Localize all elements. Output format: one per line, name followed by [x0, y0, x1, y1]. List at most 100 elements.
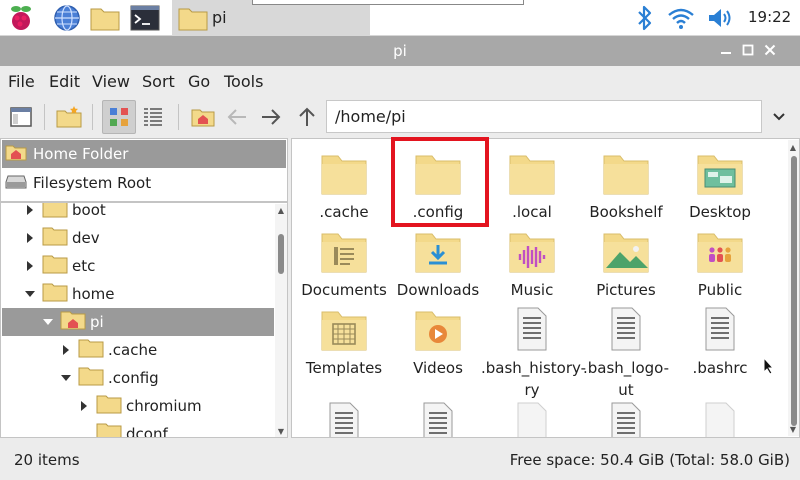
tree-scrollbar[interactable]: ▲ ▼ [275, 204, 287, 437]
chevron-right-icon[interactable] [24, 260, 36, 272]
tree-item-label: boot [72, 202, 106, 219]
videos-folder-icon [414, 306, 462, 352]
file-manager-icon[interactable] [90, 3, 120, 33]
chevron-down-icon[interactable] [60, 372, 72, 384]
file-item[interactable] [673, 397, 767, 437]
file-item-pictures[interactable]: Pictures [579, 224, 673, 300]
menu-go[interactable]: Go [188, 72, 210, 91]
up-arrow-icon[interactable] [290, 100, 324, 134]
tree-item-config[interactable]: .config [2, 364, 274, 392]
tree-item-cache[interactable]: .cache [2, 336, 274, 364]
file-label: Music [510, 281, 554, 299]
new-window-button[interactable] [4, 100, 38, 134]
chevron-down-icon[interactable] [42, 316, 54, 328]
free-space: Free space: 50.4 GiB (Total: 58.0 GiB) [509, 451, 790, 469]
scroll-up-icon[interactable]: ▲ [276, 205, 286, 215]
file-item-downloads[interactable]: Downloads [391, 224, 485, 300]
tree-item-etc[interactable]: etc [2, 252, 274, 280]
chevron-right-icon[interactable] [24, 232, 36, 244]
file-label: .bash_logo- ut [582, 359, 670, 399]
menu-tools[interactable]: Tools [224, 72, 263, 91]
taskbar-window-button[interactable]: pi [172, 0, 370, 36]
tree-item-chromium[interactable]: chromium [2, 392, 274, 420]
volume-icon[interactable] [706, 3, 736, 33]
menu-sort[interactable]: Sort [142, 72, 175, 91]
chevron-down-icon[interactable] [766, 104, 792, 130]
item-count: 20 items [14, 451, 80, 469]
file-item-cache[interactable]: .cache [297, 146, 391, 222]
tree-item-dev[interactable]: dev [2, 224, 274, 252]
maximize-icon[interactable] [740, 42, 756, 58]
menu-view[interactable]: View [92, 72, 130, 91]
close-icon[interactable] [762, 42, 778, 58]
terminal-icon[interactable] [130, 3, 160, 33]
folder-icon [178, 5, 208, 35]
file-item-videos[interactable]: Videos [391, 302, 485, 378]
file-item-bashrc[interactable]: .bashrc [673, 302, 767, 378]
tree-item-boot[interactable]: boot [2, 202, 274, 224]
file-grid-scrollbar-thumb[interactable] [791, 156, 797, 426]
window-titlebar[interactable]: pi [0, 36, 800, 66]
file-label: .bash_history- ry [481, 359, 587, 399]
home-button[interactable] [186, 100, 220, 134]
back-arrow-icon[interactable] [220, 100, 254, 134]
bluetooth-icon[interactable] [630, 3, 660, 33]
icon-view-button[interactable] [102, 100, 136, 134]
chevron-right-icon[interactable] [24, 204, 36, 216]
tree-item-home[interactable]: home [2, 280, 274, 308]
folder-icon [602, 150, 650, 196]
file-item-music[interactable]: Music [485, 224, 579, 300]
file-label: Downloads [396, 281, 480, 299]
chevron-right-icon[interactable] [78, 400, 90, 412]
tree-item-dconf[interactable]: dconf [2, 420, 274, 437]
file-label: Pictures [596, 281, 656, 299]
tree-item-label: dev [72, 229, 100, 247]
chevron-right-icon[interactable] [60, 344, 72, 356]
clock[interactable]: 19:22 [748, 8, 791, 26]
desktop-folder-icon [696, 150, 744, 196]
tree-item-pi[interactable]: pi [2, 308, 274, 336]
folder-icon [320, 150, 368, 196]
path-input[interactable] [326, 100, 762, 133]
menu-bar: File Edit View Sort Go Tools [0, 66, 800, 96]
place-filesystem-root[interactable]: Filesystem Root [2, 169, 286, 197]
file-item-local[interactable]: .local [485, 146, 579, 222]
file-label: Videos [413, 359, 463, 377]
file-item[interactable] [579, 397, 673, 437]
tree-scrollbar-thumb[interactable] [278, 234, 284, 274]
places-pane: Home Folder Filesystem Root [0, 138, 288, 202]
list-view-button[interactable] [136, 100, 170, 134]
scroll-up-icon[interactable]: ▲ [788, 142, 798, 152]
toolbar-separator [92, 104, 93, 130]
file-item-bookshelf[interactable]: Bookshelf [579, 146, 673, 222]
file-item-desktop[interactable]: Desktop [673, 146, 767, 222]
pictures-folder-icon [602, 228, 650, 274]
file-item-bash-history[interactable]: .bash_history- ry [481, 302, 586, 399]
file-item-templates[interactable]: Templates [297, 302, 391, 378]
file-item-public[interactable]: Public [673, 224, 767, 300]
web-browser-icon[interactable] [52, 3, 82, 33]
scroll-down-icon[interactable]: ▼ [276, 426, 286, 436]
file-item[interactable] [485, 397, 579, 437]
new-folder-button[interactable] [52, 100, 86, 134]
folder-icon [42, 282, 68, 306]
menu-edit[interactable]: Edit [49, 72, 80, 91]
menu-file[interactable]: File [8, 72, 35, 91]
file-grid-scrollbar[interactable]: ▲ ▼ [788, 140, 799, 436]
file-item-bash-logout[interactable]: .bash_logo- ut [579, 302, 673, 399]
file-item[interactable] [391, 397, 485, 437]
forward-arrow-icon[interactable] [254, 100, 288, 134]
text-file-icon [602, 401, 650, 437]
tree-item-label: .cache [108, 341, 158, 359]
minimize-icon[interactable] [718, 42, 734, 58]
file-item-documents[interactable]: Documents [297, 224, 391, 300]
folder-icon [42, 254, 68, 278]
raspberry-menu-icon[interactable] [6, 3, 36, 33]
place-label: Home Folder [33, 145, 129, 163]
place-home-folder[interactable]: Home Folder [2, 140, 286, 168]
blank-file-icon [696, 401, 744, 437]
scroll-down-icon[interactable]: ▼ [788, 424, 798, 434]
chevron-down-icon[interactable] [24, 288, 36, 300]
wifi-icon[interactable] [666, 3, 696, 33]
file-item[interactable] [297, 397, 391, 437]
